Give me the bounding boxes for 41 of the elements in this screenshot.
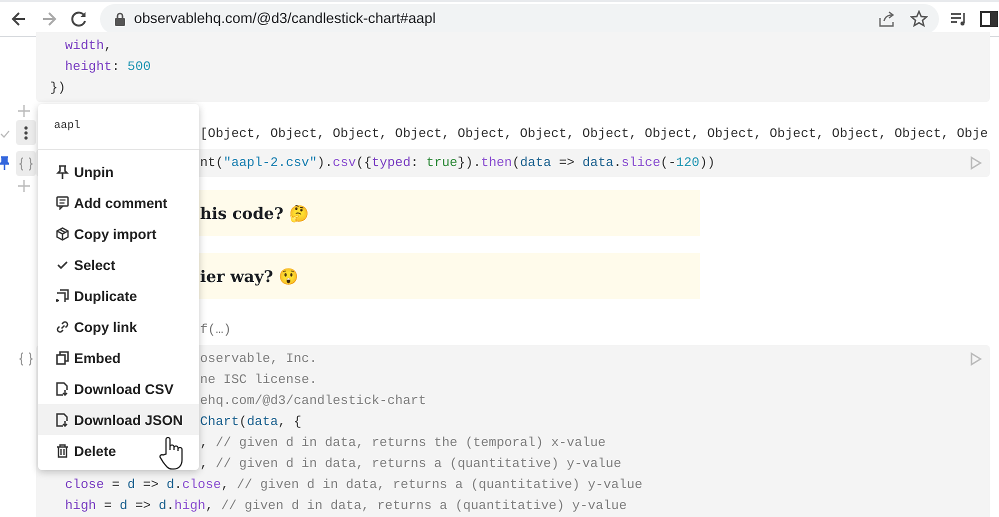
url-text: observablehq.com/@d3/candlestick-chart#aapl — [134, 11, 437, 27]
code-line: Chart(data, { — [200, 413, 302, 431]
code-line: , // given d in data, returns a (quantitative) y-value — [200, 455, 622, 473]
code-line: ne ISC license. — [200, 371, 318, 389]
star-icon[interactable] — [910, 10, 928, 28]
add-cell-icon[interactable] — [18, 180, 30, 192]
code-line: }) — [50, 79, 66, 97]
menu-item[interactable]: Embed — [38, 342, 199, 373]
code-line: nt("aapl-2.csv").csv({typed: true}).then(data => data.slice(-120)) — [200, 154, 716, 172]
duplicate-icon — [56, 288, 69, 302]
comment-icon — [56, 196, 69, 210]
code-line: width, — [65, 37, 112, 55]
menu-item[interactable]: Download CSV — [38, 373, 199, 404]
more-options-icon[interactable] — [16, 120, 36, 145]
code-line: f(…) — [200, 321, 232, 339]
code-line: height: 500 — [65, 58, 151, 76]
menu-item[interactable]: Add comment — [38, 187, 199, 218]
share-icon[interactable] — [878, 10, 896, 28]
code-line: high = d => d.high, // given d in data, returns a (quantitative) y-value — [65, 497, 627, 515]
menu-item[interactable]: Delete — [38, 435, 199, 466]
sidebar-icon[interactable] — [979, 9, 999, 29]
reload-icon[interactable] — [69, 9, 89, 29]
code-line: close = d => d.close, // given d in data, returns a (quantitative) y-value — [65, 476, 642, 494]
pin-icon — [56, 164, 69, 178]
menu-title: aapl — [38, 104, 199, 150]
add-cell-icon[interactable] — [18, 105, 30, 117]
code-line: ehq.com/@d3/candlestick-chart — [200, 392, 426, 410]
lock-icon — [114, 12, 126, 26]
code-line: , // given d in data, returns the (temporal) x-value — [200, 434, 606, 452]
trash-icon — [56, 444, 69, 458]
menu-item[interactable]: Unpin — [38, 156, 199, 187]
download-file-icon — [56, 412, 69, 426]
embed-icon — [56, 350, 69, 364]
cube-icon — [56, 226, 69, 240]
code-line: oservable, Inc. — [200, 350, 318, 368]
menu-item[interactable]: Copy link — [38, 311, 199, 342]
code-line: [Object, Object, Object, Object, Object, Object, Object, Object, Object, Object, Object, Object, Obje — [200, 125, 988, 143]
download-file-icon — [56, 382, 69, 396]
link-icon — [56, 320, 69, 334]
address-bar[interactable]: observablehq.com/@d3/candlestick-chart#aapl — [100, 4, 939, 34]
menu-item[interactable]: Download JSON — [38, 404, 199, 435]
